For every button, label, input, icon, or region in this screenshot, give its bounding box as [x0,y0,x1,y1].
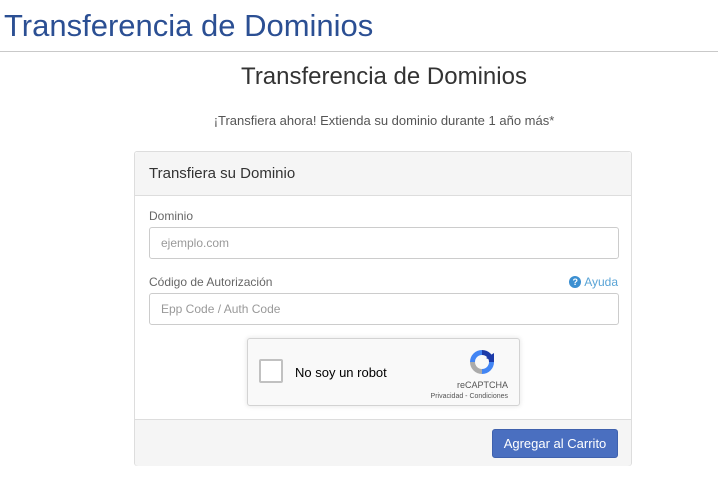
question-circle-icon: ? [569,276,582,288]
domain-label: Dominio [149,209,194,223]
main-title: Transferencia de Dominios [241,63,527,90]
recaptcha-brand: reCAPTCHA [456,380,508,390]
recaptcha-checkbox[interactable] [259,359,283,383]
add-to-cart-button[interactable]: Agregar al Carrito [492,429,618,458]
subtitle: ¡Transfiera ahora! Extienda su dominio d… [213,113,555,128]
recaptcha-privacy-link[interactable]: Privacidad [431,393,464,400]
panel-heading: Transfiera su Dominio [135,152,631,196]
header-divider [0,51,718,52]
recaptcha-links: Privacidad - Condiciones [431,393,508,400]
recaptcha-logo-icon [470,350,494,374]
transfer-panel: Transfiera su Dominio Dominio Código de … [134,151,632,466]
help-link-label: Ayuda [584,275,618,289]
recaptcha-label: No soy un robot [295,365,387,380]
page-header-title: Transferencia de Dominios [4,8,374,43]
help-link[interactable]: ? Ayuda [569,275,618,289]
recaptcha-widget: No soy un robot reCAPTCHA Privacidad - C… [247,338,520,406]
auth-code-label: Código de Autorización [149,275,273,289]
auth-code-input[interactable] [149,293,619,325]
domain-input[interactable] [149,227,619,259]
panel-footer: Agregar al Carrito [135,419,631,466]
recaptcha-terms-link[interactable]: Condiciones [469,393,508,400]
